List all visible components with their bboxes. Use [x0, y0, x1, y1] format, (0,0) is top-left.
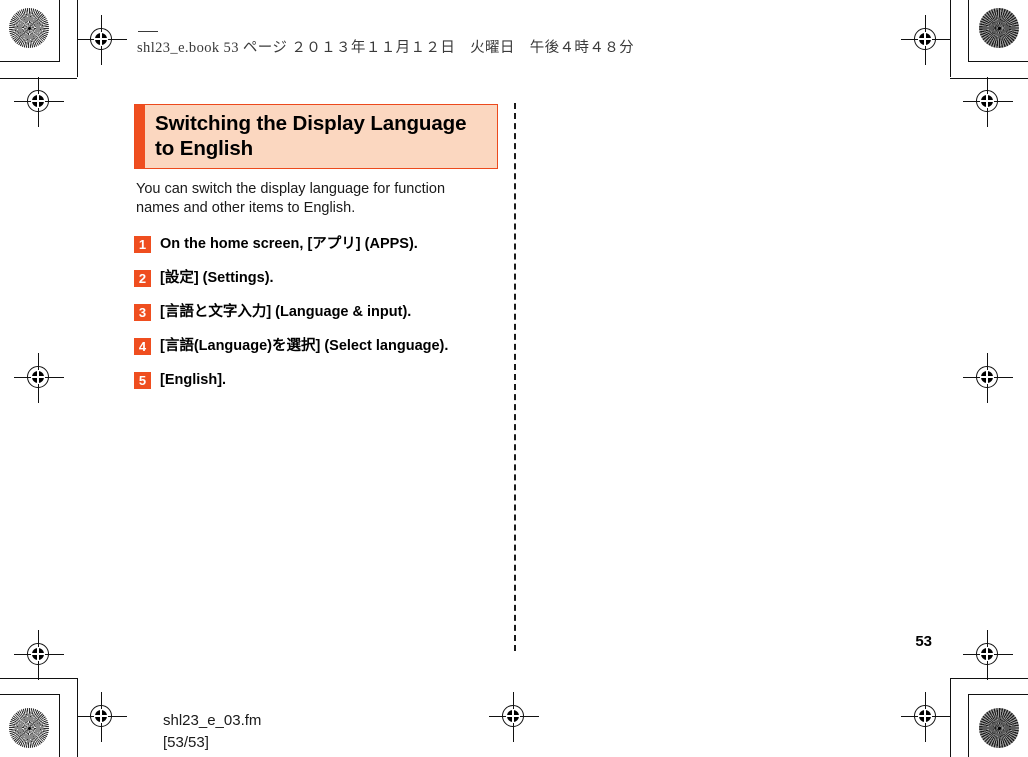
trim-line [77, 678, 78, 757]
step-number-badge: 4 [134, 338, 151, 355]
registration-mark-bottom-center [489, 692, 539, 742]
density-target-top-left [9, 8, 49, 48]
footer-block: shl23_e_03.fm [53/53] [163, 710, 261, 754]
step-number-badge: 2 [134, 270, 151, 287]
content-column: Switching the Display Language to Englis… [134, 104, 498, 405]
registration-mark-inner-bottom-right [963, 630, 1013, 680]
trim-line [968, 0, 969, 61]
page-number: 53 [915, 633, 932, 650]
trim-line [950, 78, 1028, 79]
step-item-5: 5 [English]. [134, 371, 498, 389]
step-number-badge: 3 [134, 304, 151, 321]
trim-line [968, 694, 969, 757]
trim-line [0, 61, 60, 62]
title-accent-bar [135, 105, 145, 168]
density-target-bottom-left [9, 708, 49, 748]
step-text: [設定] (Settings). [160, 270, 274, 286]
header-text: shl23_e.book 53 ページ ２０１３年１１月１２日 火曜日 午後４時… [137, 40, 635, 56]
registration-mark-top-left [77, 15, 127, 65]
registration-mark-mid-right [963, 353, 1013, 403]
density-target-bottom-right [979, 708, 1019, 748]
trim-line [950, 0, 951, 77]
step-text: On the home screen, [アプリ] (APPS). [160, 236, 418, 252]
footer-filename: shl23_e_03.fm [163, 712, 262, 729]
page-title: Switching the Display Language to Englis… [155, 112, 467, 160]
step-item-2: 2 [設定] (Settings). [134, 269, 498, 287]
trim-line [950, 678, 951, 757]
column-separator-dashed-rule [514, 103, 516, 651]
intro-paragraph: You can switch the display language for … [136, 181, 446, 216]
step-item-1: 1 On the home screen, [アプリ] (APPS). [134, 235, 498, 253]
step-text: [English]. [160, 372, 227, 388]
density-target-top-right [979, 8, 1019, 48]
section-title-box: Switching the Display Language to Englis… [134, 104, 498, 169]
registration-mark-inner-top-right [963, 77, 1013, 127]
registration-mark-inner-top-left [14, 77, 64, 127]
steps-list: 1 On the home screen, [アプリ] (APPS). 2 [設… [134, 235, 498, 389]
trim-line [968, 694, 1028, 695]
trim-line [77, 0, 78, 77]
page-header-line: shl23_e.book 53 ページ ２０１３年１１月１２日 火曜日 午後４時… [137, 31, 635, 57]
step-text: [言語(Language)を選択] (Select language). [160, 338, 449, 354]
step-number-badge: 1 [134, 236, 151, 253]
step-item-4: 4 [言語(Language)を選択] (Select language). [134, 337, 498, 355]
step-text: [言語と文字入力] (Language & input). [160, 304, 412, 320]
registration-mark-mid-left [14, 353, 64, 403]
trim-line [59, 0, 60, 61]
step-number-badge: 5 [134, 372, 151, 389]
registration-mark-top-right [901, 15, 951, 65]
registration-mark-bottom-right [901, 692, 951, 742]
trim-line [0, 694, 60, 695]
footer-pagination: [53/53] [163, 734, 209, 751]
trim-line [968, 61, 1028, 62]
registration-mark-inner-bottom-left [14, 630, 64, 680]
trim-line [0, 678, 77, 679]
trim-line [0, 78, 77, 79]
trim-line [950, 678, 1028, 679]
header-overline-rule [138, 31, 158, 32]
step-item-3: 3 [言語と文字入力] (Language & input). [134, 303, 498, 321]
trim-line [59, 694, 60, 757]
registration-mark-bottom-left [77, 692, 127, 742]
